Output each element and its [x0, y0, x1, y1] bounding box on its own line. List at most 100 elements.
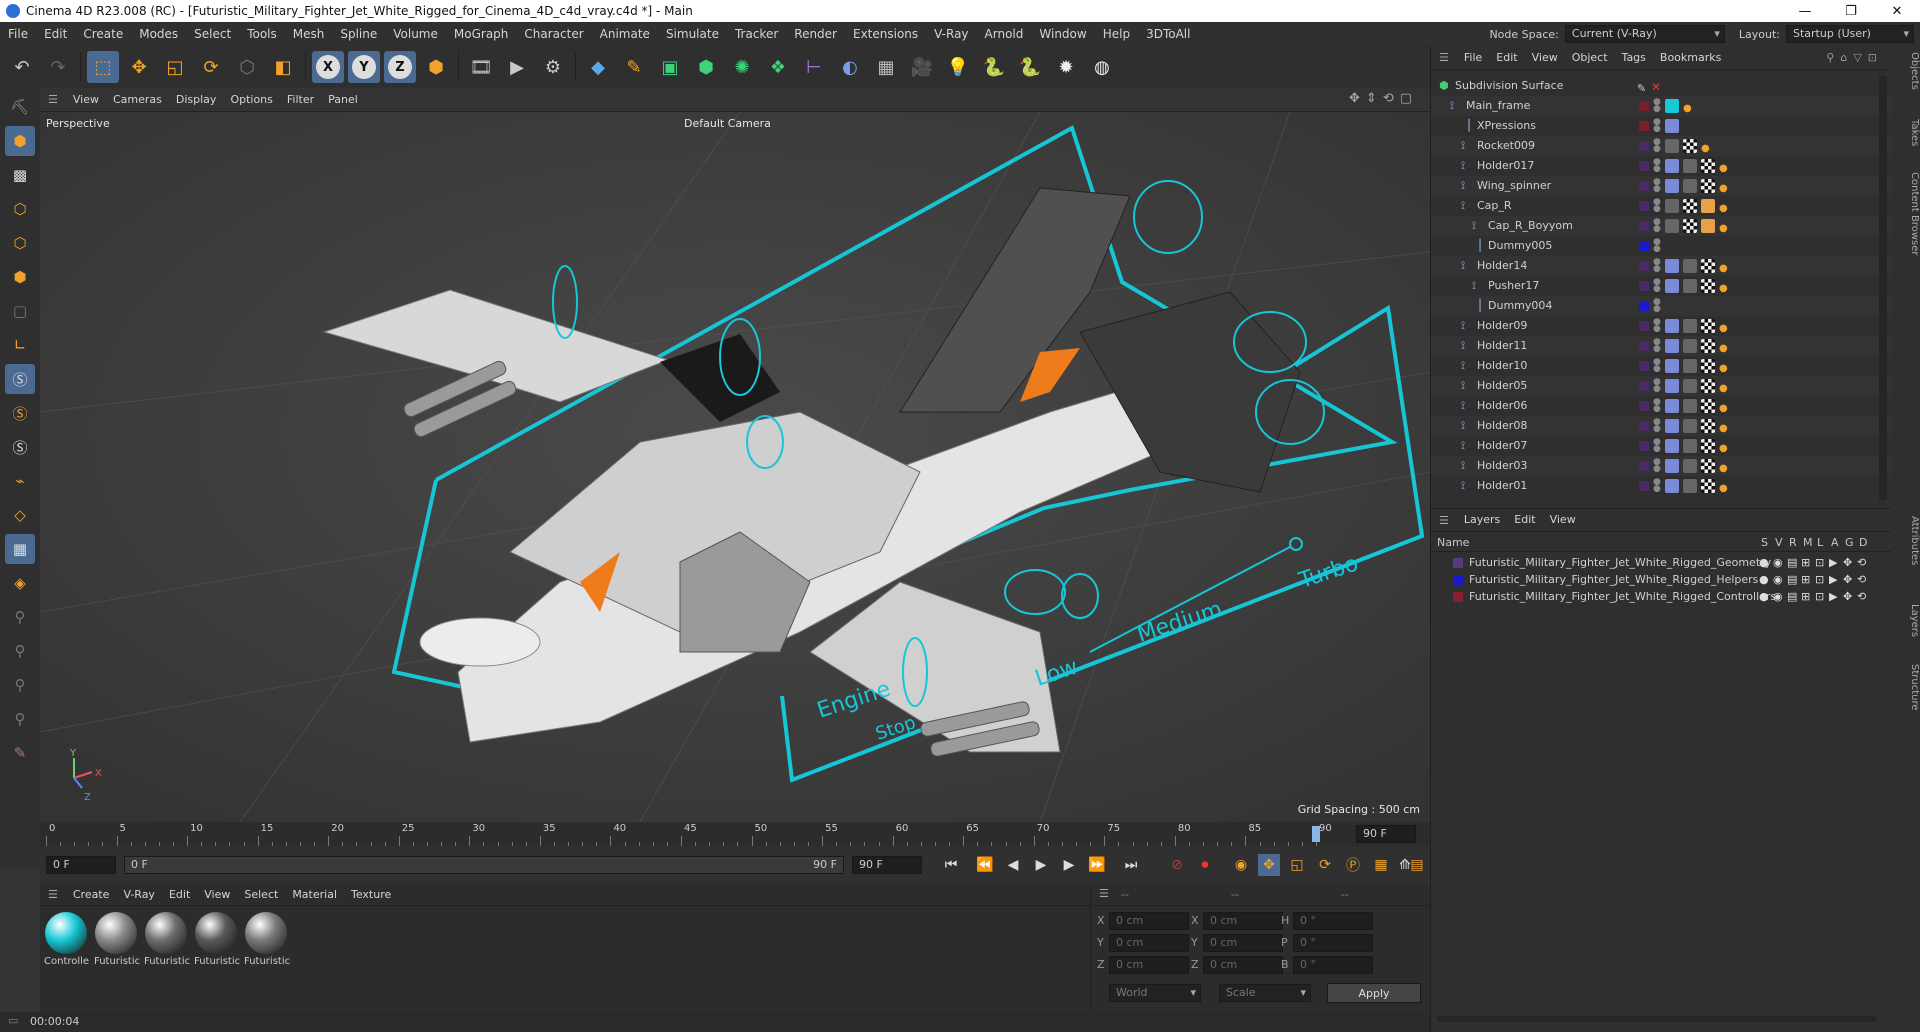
visibility-dots-icon[interactable]: ● ● [1653, 118, 1661, 134]
constraint-tag-icon[interactable] [1665, 319, 1679, 333]
layer-color-swatch[interactable] [1639, 301, 1649, 311]
prev-frame-icon[interactable]: ◀ [1002, 854, 1024, 876]
layout-dropdown[interactable]: Startup (User) [1786, 25, 1914, 43]
phong-tag-icon[interactable] [1683, 479, 1697, 493]
layer-manager-icon[interactable]: ⊞ [1801, 571, 1810, 588]
phong-tag-icon[interactable] [1683, 459, 1697, 473]
timeline-window-icon[interactable]: ▤ [1406, 854, 1428, 876]
subdivision-generator-icon[interactable]: ▣ [654, 51, 686, 83]
minimize-button[interactable]: — [1782, 0, 1828, 22]
material-tag-icon[interactable]: ● [1719, 399, 1733, 414]
texture-tag-icon[interactable] [1701, 319, 1715, 333]
constraint-tag-icon[interactable] [1665, 459, 1679, 473]
layer-color-swatch[interactable] [1639, 281, 1649, 291]
edges-mode-icon[interactable]: ⬡ [5, 228, 35, 258]
key-pla-icon[interactable]: ▦ [1370, 854, 1392, 876]
xpresso-tag-icon[interactable]: ● [1683, 99, 1697, 114]
material-tag-icon[interactable]: ● [1719, 179, 1733, 194]
model-mode-icon[interactable]: ⬢ [5, 126, 35, 156]
object-row[interactable]: ▕ XPressions ● ● [1431, 116, 1891, 136]
camera-name-label[interactable]: Default Camera [684, 117, 771, 130]
symmetry-icon[interactable]: ⊢ [798, 51, 830, 83]
texture-tag-icon[interactable] [1701, 479, 1715, 493]
texture-tag-icon[interactable] [1701, 339, 1715, 353]
coord-value-field[interactable]: 0 cm [1203, 912, 1283, 930]
uvw-tag-icon[interactable] [1701, 199, 1715, 213]
material-menu-v-ray[interactable]: V-Ray [116, 883, 162, 907]
material-menu-texture[interactable]: Texture [344, 883, 398, 907]
grid-icon[interactable]: ▦ [5, 534, 35, 564]
cloner-icon[interactable]: ✺ [726, 51, 758, 83]
layer-lock-icon[interactable]: ⊡ [1815, 571, 1824, 588]
layer-color-swatch[interactable] [1453, 592, 1463, 602]
texture-tag-icon[interactable] [1701, 399, 1715, 413]
phong-tag-icon[interactable] [1683, 399, 1697, 413]
layer-generator-icon[interactable]: ✥ [1843, 588, 1852, 605]
material-tag-icon[interactable]: ● [1719, 259, 1733, 274]
layer-color-swatch[interactable] [1639, 121, 1649, 131]
camera-icon[interactable]: 🎥 [906, 51, 938, 83]
material-tag-icon[interactable]: ● [1719, 159, 1733, 174]
phong-tag-icon[interactable] [1683, 359, 1697, 373]
viewport-menu-display[interactable]: Display [169, 88, 224, 112]
hamburger-icon[interactable]: ☰ [1439, 514, 1449, 527]
undo-icon[interactable]: ↶ [6, 51, 38, 83]
object-row[interactable]: ⟟ Pusher17 ● ● ● [1431, 276, 1891, 296]
go-to-end-icon[interactable]: ⏭ [1120, 854, 1142, 876]
layer-color-swatch[interactable] [1639, 221, 1649, 231]
coord-value-field[interactable]: 0 cm [1203, 934, 1283, 952]
xpresso-tag-icon[interactable] [1665, 119, 1679, 133]
visibility-dots-icon[interactable]: ● ● [1653, 238, 1661, 254]
recent-tools-icon[interactable]: ⬡ [231, 51, 263, 83]
material-tag-icon[interactable]: ● [1719, 379, 1733, 394]
constraint-tag-icon[interactable] [1665, 379, 1679, 393]
layer-visible-icon[interactable]: ◉ [1773, 588, 1783, 605]
extrude-generator-icon[interactable]: ⬢ [690, 51, 722, 83]
constraint-tag-icon[interactable] [1665, 439, 1679, 453]
object-row[interactable]: ⟟ Holder01 ● ● ● [1431, 476, 1891, 496]
coord-value-field[interactable]: 0 ° [1293, 912, 1373, 930]
node-space-dropdown[interactable]: Current (V-Ray) [1564, 25, 1725, 43]
visibility-dots-icon[interactable]: ● ● [1653, 198, 1661, 214]
visibility-dots-icon[interactable]: ● ● [1653, 378, 1661, 394]
next-frame-icon[interactable]: ▶ [1058, 854, 1080, 876]
layer-row[interactable]: Futuristic_Military_Fighter_Jet_White_Ri… [1431, 571, 1891, 588]
polygons-mode-icon[interactable]: ⬢ [5, 262, 35, 292]
visibility-dots-icon[interactable]: ● ● [1653, 418, 1661, 434]
layer-color-swatch[interactable] [1639, 201, 1649, 211]
object-row[interactable]: ⟟ Holder11 ● ● ● [1431, 336, 1891, 356]
visibility-dots-icon[interactable]: ● ● [1653, 138, 1661, 154]
viewport-menu-view[interactable]: View [66, 88, 106, 112]
material-tag-icon[interactable]: ● [1719, 279, 1733, 294]
y-axis-lock-icon[interactable]: Y [348, 51, 380, 83]
phong-tag-icon[interactable] [1683, 179, 1697, 193]
layer-color-swatch[interactable] [1639, 141, 1649, 151]
3d-viewport[interactable]: Engine Stop Low Medium Turbo Y X Z Persp… [40, 112, 1430, 822]
material-menu-create[interactable]: Create [66, 883, 117, 907]
layer-lock-icon[interactable]: ⊡ [1815, 588, 1824, 605]
key-scale-icon[interactable]: ◱ [1286, 854, 1308, 876]
layer-generator-icon[interactable]: ✥ [1843, 554, 1852, 571]
coordinate-system-icon[interactable]: ⬢ [420, 51, 452, 83]
z-axis-lock-icon[interactable]: Z [384, 51, 416, 83]
python-icon[interactable]: 🐍 [978, 51, 1010, 83]
texture-tag-icon[interactable] [1701, 259, 1715, 273]
phong-tag-icon[interactable] [1665, 139, 1679, 153]
texture-mode-icon[interactable]: ▩ [5, 160, 35, 190]
layer-color-swatch[interactable] [1639, 401, 1649, 411]
menu-3dtoall[interactable]: 3DToAll [1138, 22, 1198, 46]
apply-button[interactable]: Apply [1327, 983, 1421, 1003]
layer-visible-icon[interactable]: ◉ [1773, 554, 1783, 571]
menu-tracker[interactable]: Tracker [727, 22, 786, 46]
mograph-icon[interactable]: ❖ [762, 51, 794, 83]
visibility-dots-icon[interactable]: ● ● [1653, 278, 1661, 294]
texture-tag-icon[interactable] [1701, 419, 1715, 433]
menu-create[interactable]: Create [75, 22, 131, 46]
object-row[interactable]: ⟟ Holder017 ● ● ● [1431, 156, 1891, 176]
object-row[interactable]: ⟟ Holder10 ● ● ● [1431, 356, 1891, 376]
layer-menu-layers[interactable]: Layers [1457, 508, 1507, 532]
object-row[interactable]: ⟟ Holder14 ● ● ● [1431, 256, 1891, 276]
object-row[interactable]: ⟟ Main_frame ● ● ● [1431, 96, 1891, 116]
phong-tag-icon[interactable] [1683, 259, 1697, 273]
visibility-dots-icon[interactable]: ● ● [1653, 178, 1661, 194]
